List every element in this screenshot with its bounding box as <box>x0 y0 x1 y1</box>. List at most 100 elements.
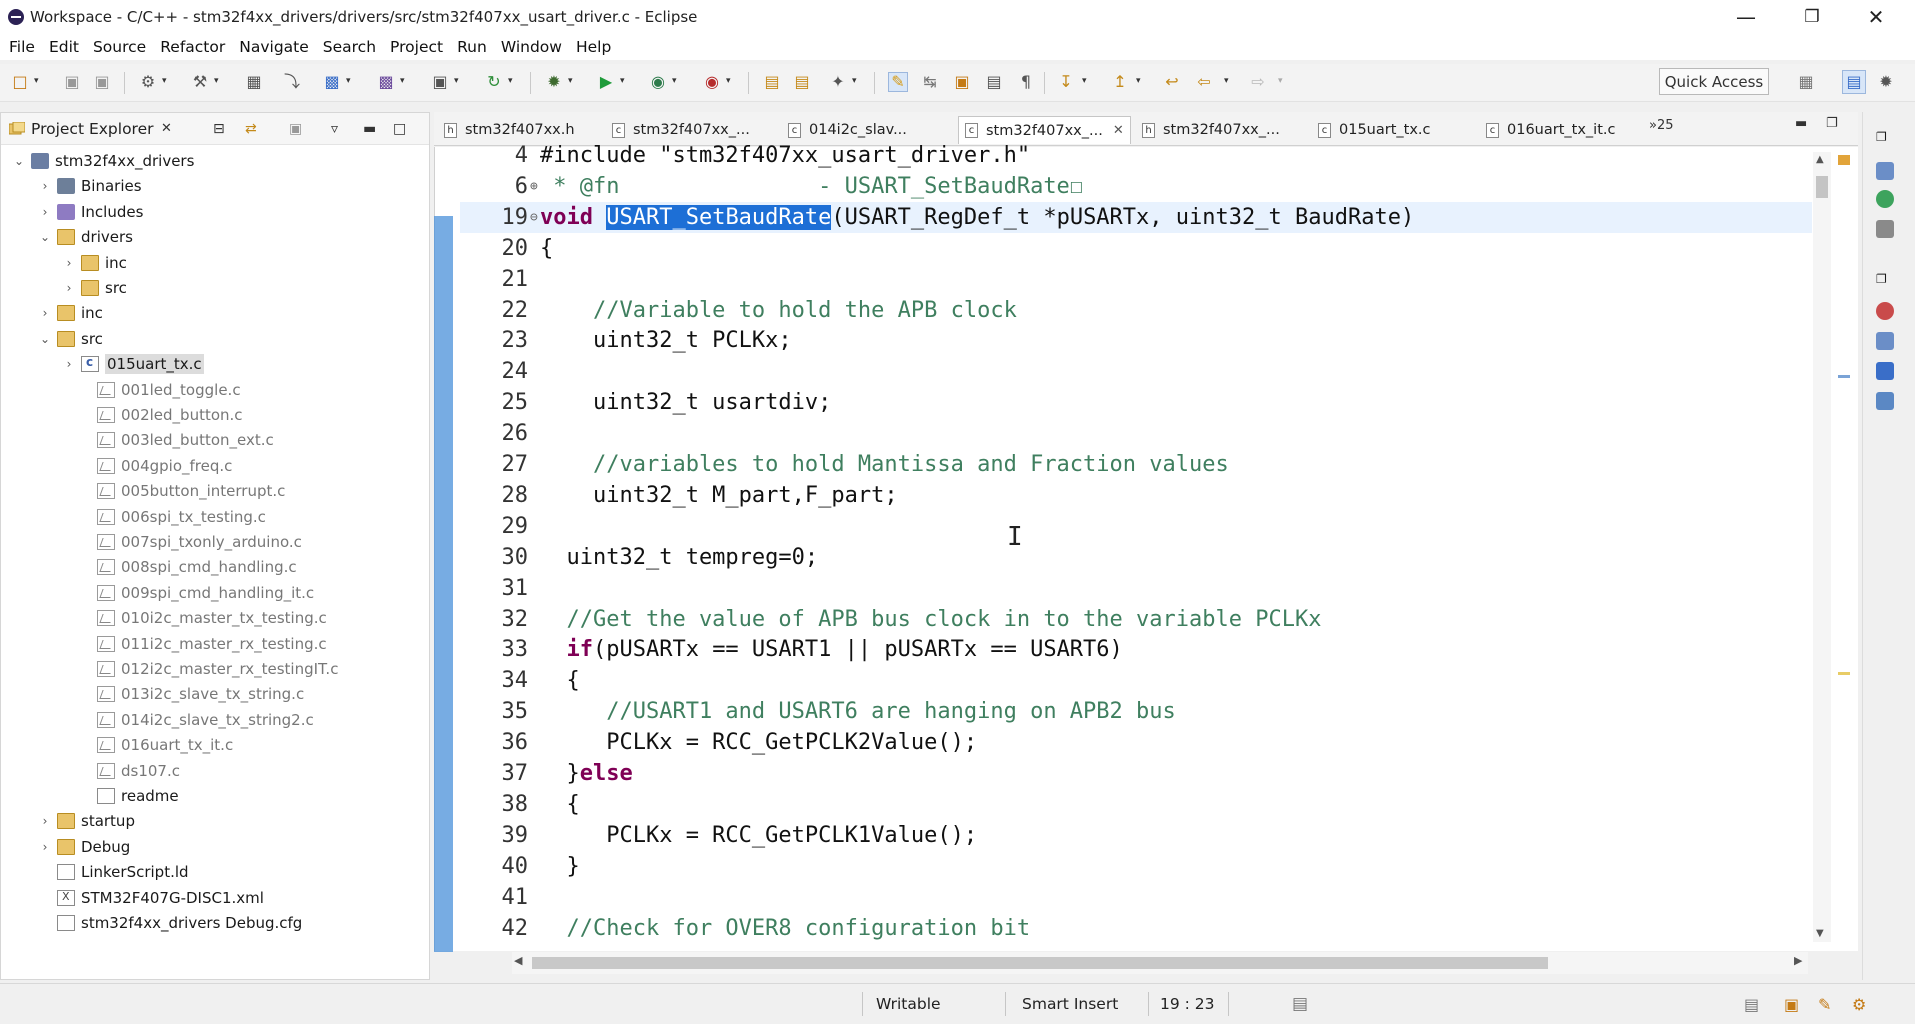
build-config-icon[interactable]: ⚙ <box>138 72 158 92</box>
restore-bottom-icon[interactable]: ❐ <box>1876 272 1894 290</box>
trim-icon-1[interactable]: ▤ <box>1744 984 1759 1024</box>
tree-item[interactable]: 004gpio_freq.c <box>77 454 232 478</box>
tree-item[interactable]: 010i2c_master_tx_testing.c <box>77 606 327 630</box>
debug-perspective-icon[interactable]: ✹ <box>1876 72 1896 92</box>
tree-item[interactable]: ⌄ src <box>37 327 103 351</box>
scroll-down-icon[interactable]: ▼ <box>1816 928 1824 939</box>
tree-item[interactable]: 006spi_tx_testing.c <box>77 505 266 529</box>
code-line[interactable]: 42 //Check for OVER8 configuration bit <box>460 913 1031 944</box>
refresh-dropdown-icon[interactable]: ▾ <box>508 76 517 88</box>
expanded-arrow-icon[interactable]: ⌄ <box>37 230 53 244</box>
collapsed-arrow-icon[interactable]: › <box>61 357 77 371</box>
back-dropdown-icon[interactable]: ▾ <box>1224 76 1233 88</box>
code-line[interactable]: 40 } <box>460 851 580 882</box>
code-line[interactable]: 39 PCLKx = RCC_GetPCLK1Value(); <box>460 820 978 851</box>
cpp-perspective-icon[interactable]: ▤ <box>1842 70 1866 94</box>
new-class-icon[interactable]: ▣ <box>430 72 450 92</box>
external-tools-dropdown-icon[interactable]: ▾ <box>726 76 735 88</box>
save-icon[interactable]: ▣ <box>62 72 82 92</box>
quick-access-field[interactable]: Quick Access <box>1659 68 1769 95</box>
overview-occurrence-marker[interactable] <box>1838 375 1850 378</box>
code-line[interactable]: 29 <box>460 511 540 542</box>
console-view-icon[interactable] <box>1876 362 1894 380</box>
code-line[interactable]: 30 uint32_t tempreg=0; <box>460 542 819 573</box>
code-line[interactable]: 4 #include "stm32f407xx_usart_driver.h" <box>460 140 1030 171</box>
code-line[interactable]: 35 //USART1 and USART6 are hanging on AP… <box>460 696 1176 727</box>
fold-toggle-icon[interactable]: ⊕ <box>530 179 540 194</box>
skip-breakpoints-icon[interactable]: ⤵ <box>282 72 302 92</box>
overview-search-marker[interactable] <box>1838 672 1850 675</box>
maximize-editor-icon[interactable]: ❐ <box>1826 116 1838 131</box>
close-tab-icon[interactable]: ✕ <box>1113 123 1124 138</box>
editor-tab[interactable]: c 016uart_tx_it.c <box>1480 116 1621 144</box>
collapse-all-icon[interactable]: ⊟ <box>213 121 225 137</box>
view-menu-icon[interactable]: ▿ <box>331 121 338 137</box>
binary-icon[interactable]: ▦ <box>244 72 264 92</box>
build-status-icon[interactable]: ▤ <box>1292 984 1308 1024</box>
collapsed-arrow-icon[interactable]: › <box>37 814 53 828</box>
code-line[interactable]: 32 //Get the value of APB bus clock in t… <box>460 604 1322 635</box>
task-list-icon[interactable] <box>1876 220 1894 238</box>
editor-tab[interactable]: h stm32f407xx_... <box>1136 116 1286 144</box>
code-line[interactable]: 27 //variables to hold Mantissa and Frac… <box>460 449 1229 480</box>
code-line[interactable]: 19 ⊖ void USART_SetBaudRate(USART_RegDef_t… <box>460 201 1812 233</box>
tree-item[interactable]: readme <box>77 784 179 808</box>
close-button[interactable]: ✕ <box>1846 0 1906 34</box>
menu-project[interactable]: Project <box>383 38 450 56</box>
word-wrap-icon[interactable]: ↹ <box>920 72 940 92</box>
tree-item[interactable]: 014i2c_slave_tx_string2.c <box>77 708 314 732</box>
more-tabs-button[interactable]: »25 <box>1649 118 1674 133</box>
code-line[interactable]: 34 { <box>460 665 580 696</box>
tree-item[interactable]: › inc <box>61 251 127 275</box>
build-dropdown-icon[interactable]: ▾ <box>214 76 223 88</box>
refresh-icon[interactable]: ↻ <box>484 72 504 92</box>
vertical-scroll-thumb[interactable] <box>1816 176 1828 198</box>
vertical-scrollbar[interactable]: ▲ ▼ <box>1813 152 1831 942</box>
link-with-editor-icon[interactable]: ⇄ <box>245 121 257 137</box>
tree-item[interactable]: 005button_interrupt.c <box>77 479 285 503</box>
problems-view-icon[interactable] <box>1876 302 1894 320</box>
pilcrow-icon[interactable]: ¶ <box>1016 72 1036 92</box>
code-line[interactable]: 6 ⊕ * @fn - USART_SetBaudRate☐ <box>460 171 1083 202</box>
previous-annotation-dropdown-icon[interactable]: ▾ <box>1136 76 1145 88</box>
run-icon[interactable]: ▶ <box>596 72 616 92</box>
external-tools-icon[interactable]: ◉ <box>702 72 722 92</box>
open-type-icon[interactable]: ▤ <box>792 72 812 92</box>
tree-item[interactable]: ⌄ drivers <box>37 225 133 249</box>
minimize-button[interactable]: — <box>1716 0 1776 34</box>
new-source-folder-icon[interactable]: ▩ <box>376 72 396 92</box>
debug-bug-icon[interactable]: ✹ <box>544 72 564 92</box>
open-perspective-icon[interactable]: ▦ <box>1796 72 1816 92</box>
horizontal-scroll-thumb[interactable] <box>532 957 1548 969</box>
run-coverage-icon[interactable]: ◉ <box>648 72 668 92</box>
scroll-up-icon[interactable]: ▲ <box>1816 154 1824 165</box>
tree-item[interactable]: 012i2c_master_rx_testingIT.c <box>77 657 338 681</box>
tree-item[interactable]: › 015uart_tx.c <box>61 352 204 376</box>
tree-item[interactable]: › inc <box>37 301 103 325</box>
tree-item[interactable]: 008spi_cmd_handling.c <box>77 555 297 579</box>
maximize-button[interactable]: ❐ <box>1782 0 1842 34</box>
tree-item[interactable]: 013i2c_slave_tx_string.c <box>77 682 304 706</box>
tree-item[interactable]: › Binaries <box>37 174 142 198</box>
tree-item[interactable]: 002led_button.c <box>77 403 243 427</box>
outline-view-icon[interactable] <box>1876 162 1894 180</box>
project-explorer-title[interactable]: Project Explorer <box>31 120 154 138</box>
coverage-dropdown-icon[interactable]: ▾ <box>672 76 681 88</box>
tree-item[interactable]: › Includes <box>37 200 144 224</box>
horizontal-scrollbar[interactable]: ◀ ▶ <box>512 952 1808 974</box>
collapsed-arrow-icon[interactable]: › <box>37 840 53 854</box>
tree-item[interactable]: STM32F407G-DISC1.xml <box>37 886 264 910</box>
collapsed-arrow-icon[interactable]: › <box>37 179 53 193</box>
collapsed-arrow-icon[interactable]: › <box>61 256 77 270</box>
menu-run[interactable]: Run <box>450 38 494 56</box>
menu-window[interactable]: Window <box>494 38 569 56</box>
show-whitespace-icon[interactable]: ▤ <box>984 72 1004 92</box>
menu-source[interactable]: Source <box>86 38 153 56</box>
menu-edit[interactable]: Edit <box>42 38 86 56</box>
tree-item[interactable]: 001led_toggle.c <box>77 378 241 402</box>
code-line[interactable]: 24 <box>460 356 540 387</box>
restore-icon[interactable]: ❐ <box>1876 130 1894 148</box>
code-line[interactable]: 28 uint32_t M_part,F_part; <box>460 480 898 511</box>
close-view-icon[interactable]: ✕ <box>161 121 172 136</box>
back-icon[interactable]: ⇦ <box>1194 72 1214 92</box>
